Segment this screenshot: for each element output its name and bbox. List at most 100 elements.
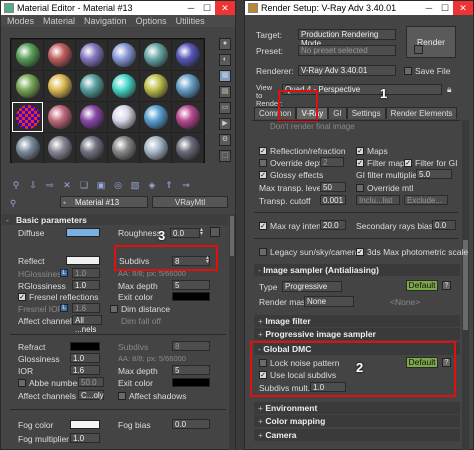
material-slot[interactable] xyxy=(108,40,139,70)
material-slot[interactable] xyxy=(76,102,107,132)
photometric-scale-checkbox[interactable]: ✓ xyxy=(356,248,364,256)
tab-common[interactable]: Common xyxy=(254,107,297,119)
hglossiness-field[interactable]: 1.0 xyxy=(72,268,100,278)
material-slot[interactable] xyxy=(108,71,139,101)
image-sampler-default-button[interactable]: Default xyxy=(406,280,438,291)
refract-affect-channels-dropdown[interactable]: C...oly xyxy=(78,390,104,400)
camera-header[interactable]: + Camera xyxy=(254,429,460,441)
show-end-result-icon[interactable]: ◈ xyxy=(146,179,158,191)
abbe-field[interactable]: 50.0 xyxy=(78,377,104,387)
hglossiness-lock-icon[interactable]: L xyxy=(60,269,68,277)
video-check-icon[interactable]: ▭ xyxy=(219,102,231,114)
refract-exit-color-swatch[interactable] xyxy=(172,378,210,387)
get-material-icon[interactable]: ⚲ xyxy=(10,179,22,191)
glossy-effects-checkbox[interactable]: ✓ xyxy=(259,171,267,179)
help-icon[interactable]: ? xyxy=(442,281,451,290)
environment-header[interactable]: + Environment xyxy=(254,402,460,414)
secondary-rays-bias-field[interactable]: 0.0 xyxy=(432,220,456,230)
rglossiness-field[interactable]: 1.0 xyxy=(72,280,100,290)
uv-tiling-icon[interactable]: ▤ xyxy=(219,86,231,98)
backlight-icon[interactable]: ◐ xyxy=(219,54,231,66)
material-slot[interactable] xyxy=(108,102,139,132)
minimize-button[interactable]: ─ xyxy=(421,3,437,13)
use-local-subdivs-checkbox[interactable]: ✓ xyxy=(259,371,267,379)
menu-options[interactable]: Options xyxy=(136,16,167,26)
diffuse-swatch[interactable] xyxy=(66,228,100,237)
image-sampler-header[interactable]: - Image sampler (Antialiasing) xyxy=(254,264,460,276)
fog-color-swatch[interactable] xyxy=(70,420,100,429)
tab-settings[interactable]: Settings xyxy=(346,107,386,119)
material-name-field[interactable]: ⬩ Material #13 xyxy=(60,196,148,208)
glossiness-field[interactable]: 1.0 xyxy=(70,353,100,363)
material-slot[interactable] xyxy=(76,40,107,70)
material-slot[interactable] xyxy=(172,40,203,70)
transp-cutoff-field[interactable]: 0.001 xyxy=(320,195,346,205)
reset-map-icon[interactable]: ✕ xyxy=(61,179,73,191)
include-list-button[interactable]: Inclu...list xyxy=(356,195,400,205)
fog-bias-field[interactable]: 0.0 xyxy=(172,419,210,429)
legacy-sun-sky-checkbox[interactable] xyxy=(259,248,267,256)
abbe-checkbox[interactable] xyxy=(18,379,26,387)
lock-noise-checkbox[interactable] xyxy=(259,359,267,367)
tab-vray[interactable]: V-Ray xyxy=(296,107,329,119)
basic-parameters-header[interactable]: - Basic parameters xyxy=(2,214,228,225)
max-ray-intens-checkbox[interactable]: ✓ xyxy=(259,222,267,230)
material-slot[interactable] xyxy=(172,102,203,132)
affect-shadows-checkbox[interactable] xyxy=(118,392,126,400)
save-file-checkbox[interactable] xyxy=(404,67,412,75)
exit-color-swatch[interactable] xyxy=(172,292,210,301)
material-scrollbar[interactable] xyxy=(229,214,235,450)
put-to-library-icon[interactable]: ▣ xyxy=(95,179,107,191)
menu-modes[interactable]: Modes xyxy=(7,16,34,26)
go-forward-icon[interactable]: ⇒ xyxy=(180,179,192,191)
fresnel-ior-lock-icon[interactable]: L xyxy=(60,304,68,312)
material-slot[interactable] xyxy=(76,71,107,101)
material-slot[interactable] xyxy=(140,102,171,132)
preset-folder-icon[interactable] xyxy=(414,45,423,54)
material-slot[interactable] xyxy=(76,133,107,163)
affect-channels-dropdown[interactable]: All ...nels xyxy=(72,315,102,334)
material-slot[interactable] xyxy=(44,40,75,70)
select-by-material-icon[interactable]: ⬚ xyxy=(219,150,231,162)
filter-maps-checkbox[interactable]: ✓ xyxy=(356,159,364,167)
progressive-sampler-header[interactable]: + Progressive image sampler xyxy=(254,328,460,340)
target-dropdown[interactable]: Production Rendering Mode xyxy=(298,29,396,48)
roughness-spinner[interactable]: ▴ ▾ xyxy=(200,227,206,237)
gi-filter-multiplier-field[interactable]: 5.0 xyxy=(416,169,452,179)
background-icon[interactable]: ▦ xyxy=(219,70,231,82)
reflection-refraction-checkbox[interactable]: ✓ xyxy=(259,147,267,155)
material-slot[interactable] xyxy=(12,102,43,132)
subdivs-spinner[interactable]: ▴ ▾ xyxy=(206,255,212,265)
material-id-icon[interactable]: ◎ xyxy=(112,179,124,191)
global-dmc-default-button[interactable]: Default xyxy=(406,357,438,368)
tab-render-elements[interactable]: Render Elements xyxy=(385,107,458,119)
material-slot[interactable] xyxy=(44,102,75,132)
menu-utilities[interactable]: Utilities xyxy=(176,16,205,26)
view-to-render-dropdown[interactable]: Quad 4 - Perspective xyxy=(282,84,442,95)
refract-subdivs-field[interactable]: 8 xyxy=(172,341,210,351)
material-slot[interactable] xyxy=(12,71,43,101)
max-depth-field[interactable]: 5 xyxy=(172,280,210,290)
make-preview-icon[interactable]: ▶ xyxy=(219,118,231,130)
renderer-dropdown[interactable]: V-Ray Adv 3.40.01 xyxy=(298,65,396,76)
sample-type-icon[interactable]: ● xyxy=(219,38,231,50)
material-slot[interactable] xyxy=(140,133,171,163)
material-slot[interactable] xyxy=(44,71,75,101)
type-dropdown[interactable]: Progressive xyxy=(282,281,342,292)
ior-field[interactable]: 1.6 xyxy=(70,365,100,375)
material-slot[interactable] xyxy=(172,133,203,163)
material-slot[interactable] xyxy=(140,40,171,70)
menu-material[interactable]: Material xyxy=(43,16,75,26)
override-depth-checkbox[interactable] xyxy=(259,159,267,167)
material-slot[interactable] xyxy=(140,71,171,101)
close-button[interactable]: ✕ xyxy=(453,1,473,15)
render-mask-dropdown[interactable]: None xyxy=(304,296,354,307)
maximize-button[interactable]: ☐ xyxy=(437,3,453,14)
max-ray-intens-field[interactable]: 20.0 xyxy=(320,220,346,230)
override-depth-field[interactable]: 2 xyxy=(320,157,344,167)
maximize-button[interactable]: ☐ xyxy=(199,3,215,14)
render-scrollbar[interactable] xyxy=(462,120,469,450)
options-icon[interactable]: ⚙ xyxy=(219,134,231,146)
fog-multiplier-field[interactable]: 1.0 xyxy=(70,433,100,443)
show-shaded-icon[interactable]: ▧ xyxy=(129,179,141,191)
